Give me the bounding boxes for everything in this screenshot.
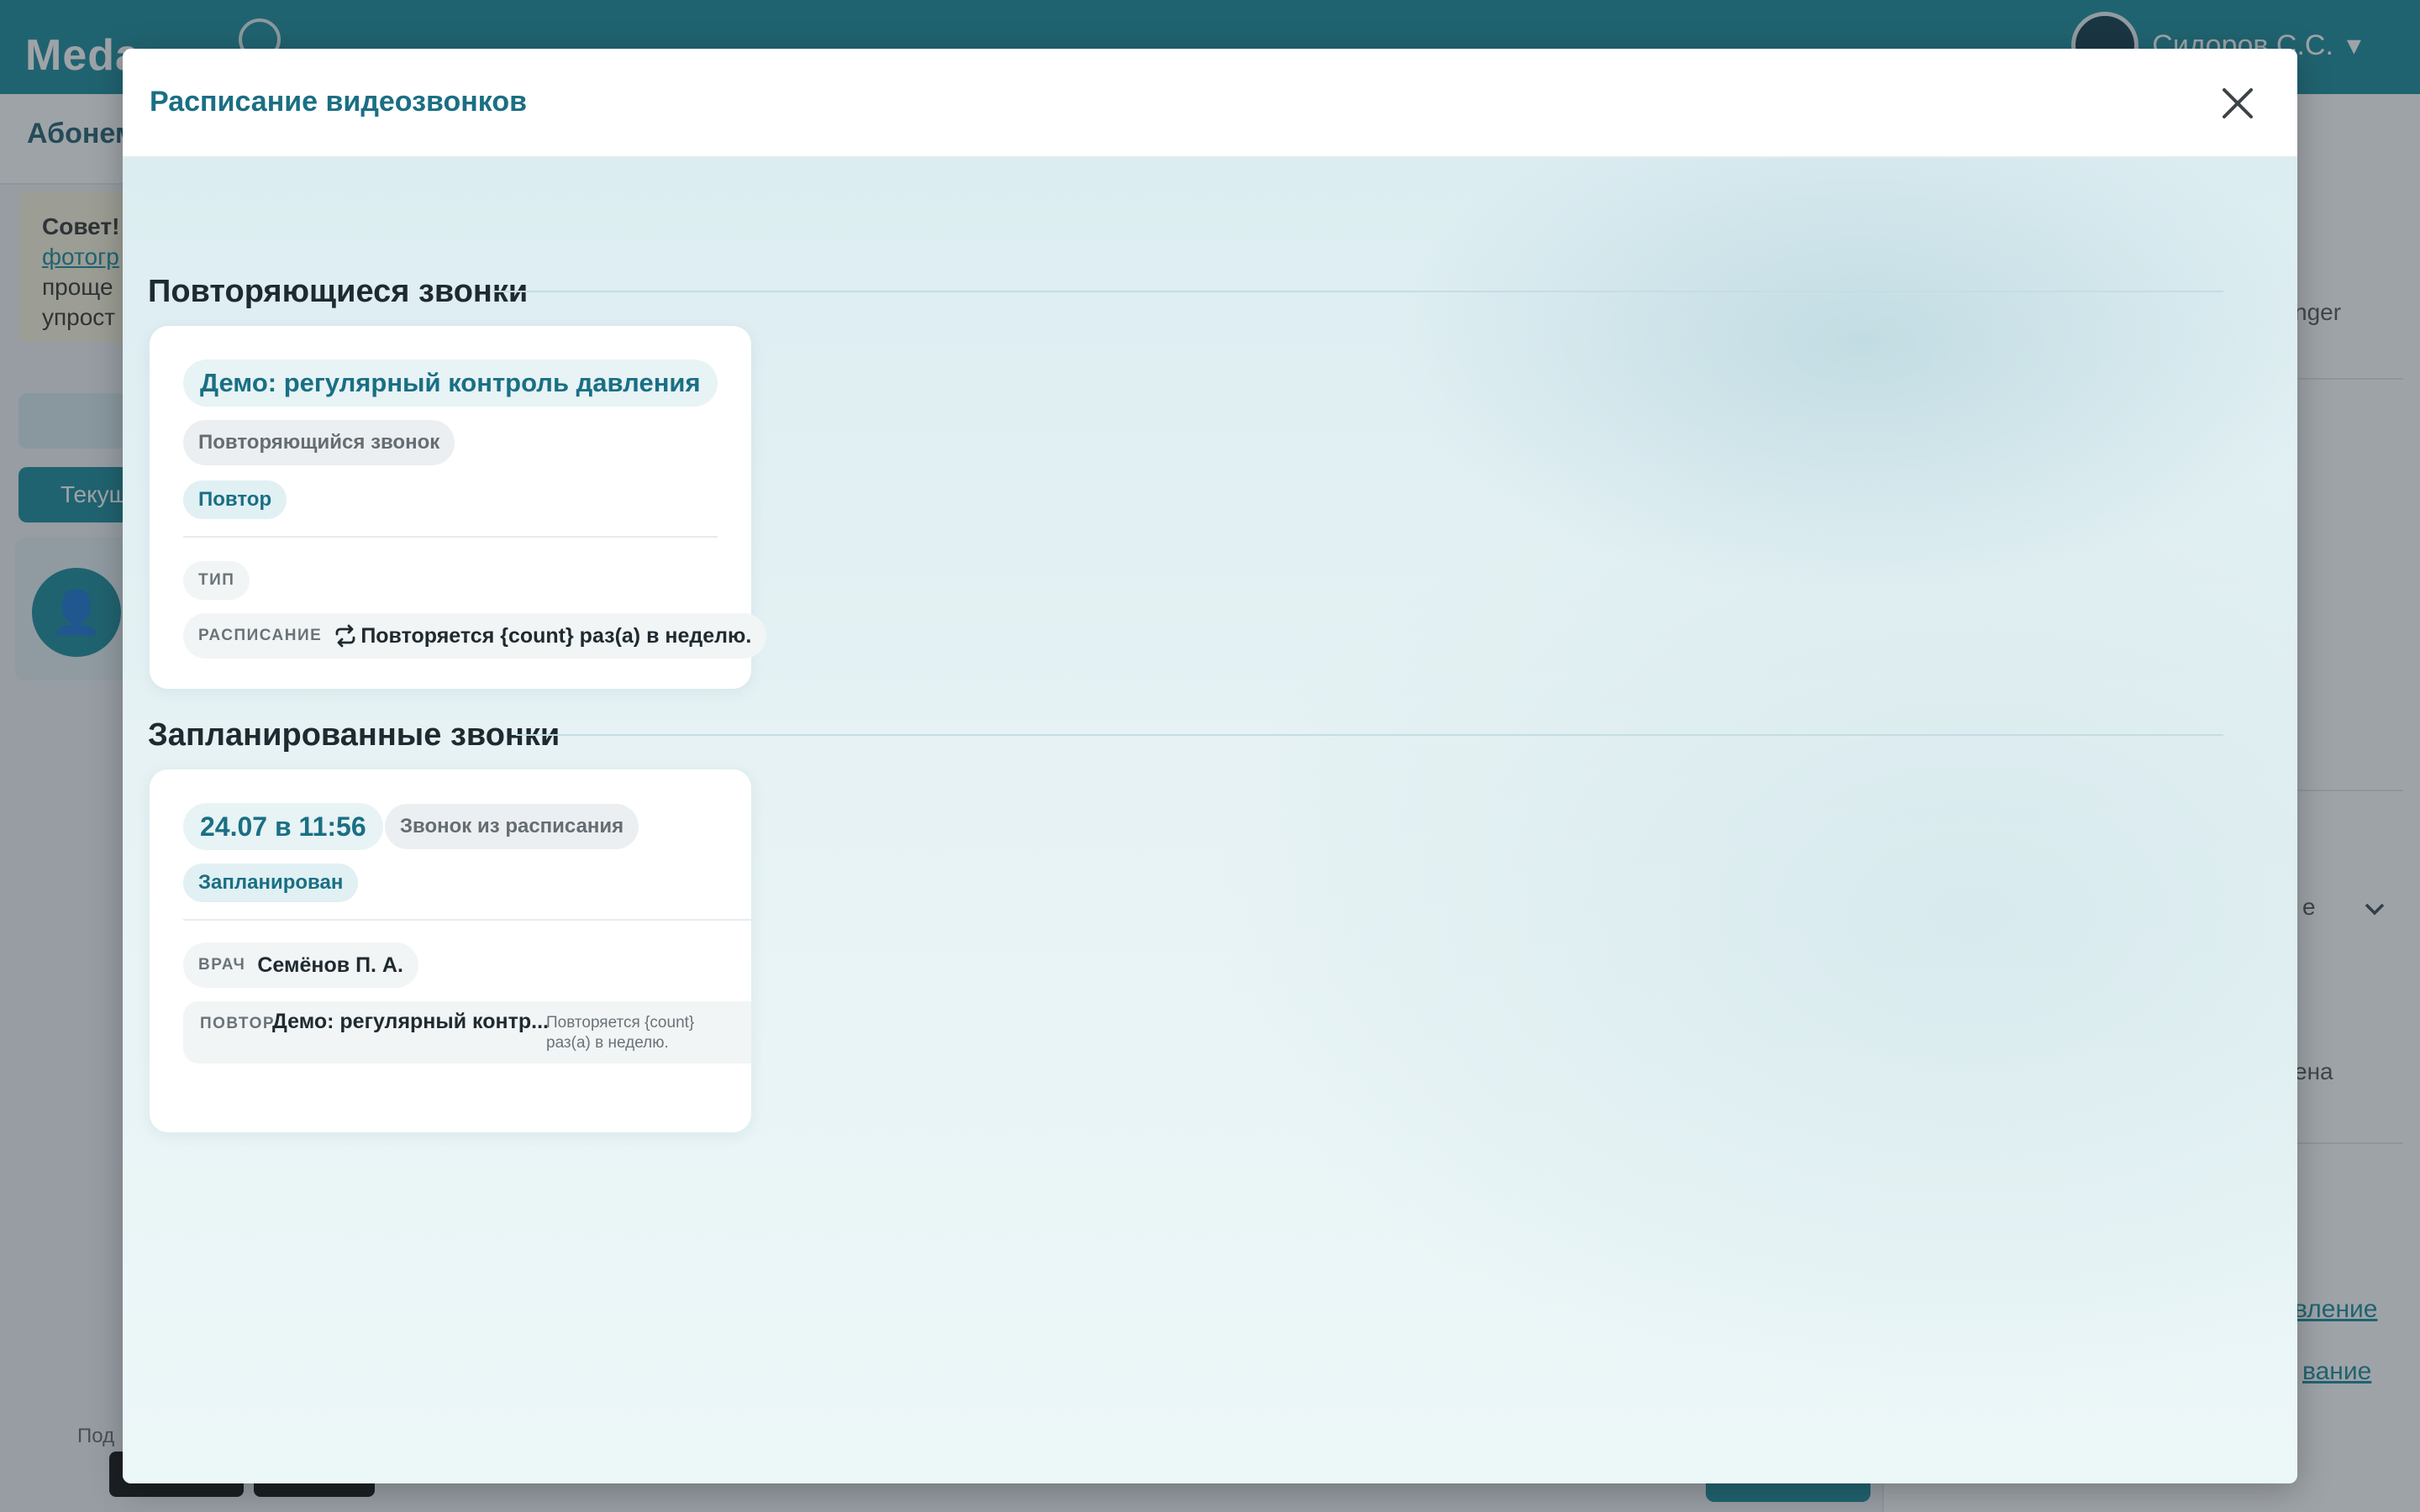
repeat-label: ПОВТОР bbox=[200, 1015, 276, 1032]
call-datetime: 24.07 в 11:56 bbox=[183, 803, 383, 850]
section-title-recurring: Повторяющиеся звонки bbox=[148, 274, 529, 309]
status-badge: Повтор bbox=[183, 480, 287, 519]
schedule-field: РАСПИСАНИЕ Повторяется {count} раз(а) в … bbox=[183, 613, 767, 659]
call-source-badge: Звонок из расписания bbox=[385, 804, 639, 849]
doctor-field: ВРАЧ Семёнов П. А. bbox=[183, 942, 418, 988]
call-title: Демо: регулярный контроль давления bbox=[183, 360, 718, 407]
repeat-field[interactable]: ПОВТОР Демо: регулярный контр... Повторя… bbox=[183, 1001, 751, 1063]
close-button[interactable] bbox=[2215, 81, 2260, 126]
repeat-note: Повторяется {count} раз(а) в неделю. bbox=[546, 1014, 695, 1052]
doctor-label: ВРАЧ bbox=[198, 956, 246, 974]
section-divider bbox=[516, 734, 2223, 736]
section-title-scheduled: Запланированные звонки bbox=[148, 717, 560, 753]
card-divider bbox=[183, 919, 751, 921]
type-field: ТИП bbox=[183, 561, 250, 600]
schedule-value: Повторяется {count} раз(а) в неделю. bbox=[334, 624, 751, 648]
modal-header: Расписание видеозвонков bbox=[123, 49, 2297, 158]
call-kind-badge: Повторяющийся звонок bbox=[183, 420, 455, 465]
modal-body: Повторяющиеся звонки Демо: регулярный ко… bbox=[123, 158, 2297, 1483]
modal-title: Расписание видеозвонков bbox=[150, 86, 528, 118]
type-label: ТИП bbox=[198, 571, 235, 589]
repeat-icon bbox=[335, 624, 355, 648]
schedule-text: Повторяется {count} раз(а) в неделю. bbox=[360, 623, 752, 648]
scheduled-call-card[interactable]: 24.07 в 11:56 Звонок из расписания Запла… bbox=[150, 769, 751, 1132]
schedule-label: РАСПИСАНИЕ bbox=[198, 627, 323, 644]
status-badge: Запланирован bbox=[183, 864, 359, 902]
recurring-call-card[interactable]: Демо: регулярный контроль давления Повто… bbox=[150, 326, 767, 689]
schedule-modal: Расписание видеозвонков Повторяющиеся зв… bbox=[123, 49, 2297, 1483]
close-icon bbox=[2223, 88, 2253, 118]
doctor-value: Семёнов П. А. bbox=[257, 953, 403, 977]
section-divider bbox=[492, 291, 2223, 292]
repeat-value: Демо: регулярный контр... bbox=[272, 1010, 549, 1033]
card-divider bbox=[183, 536, 718, 538]
